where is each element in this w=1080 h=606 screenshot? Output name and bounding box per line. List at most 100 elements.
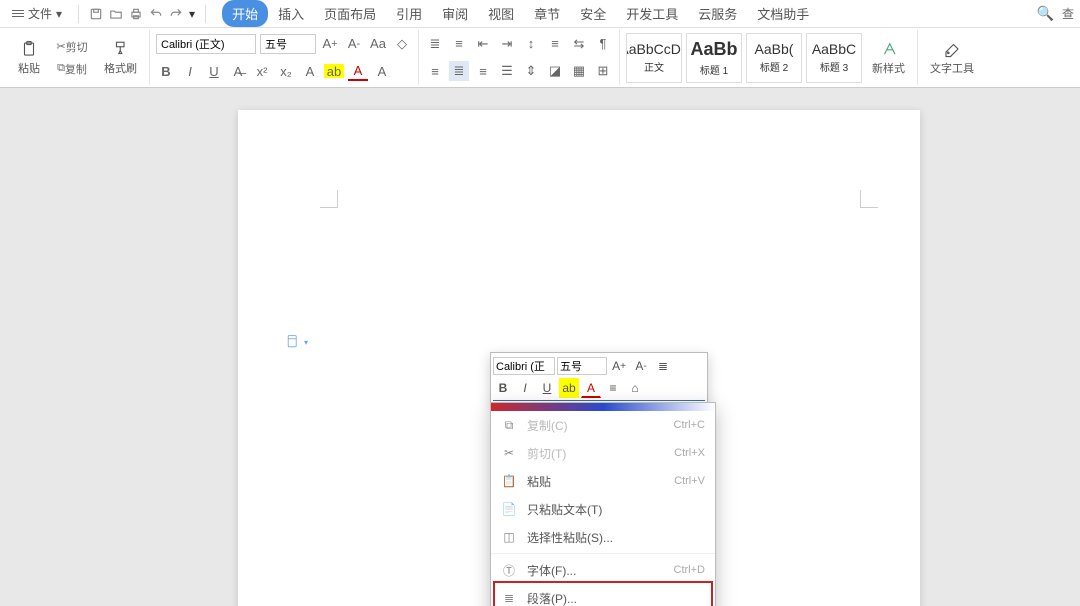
ribbon-tabs: 开始 插入 页面布局 引用 审阅 视图 章节 安全 开发工具 云服务 文档助手 [222,0,819,27]
format-painter-button[interactable]: 格式刷 [98,38,143,78]
strike-button[interactable]: A̶ [228,61,248,81]
tab-dev-tools[interactable]: 开发工具 [616,0,688,27]
undo-icon[interactable] [149,7,163,21]
context-menu-strip [491,403,715,411]
paste-text-icon: 📄 [501,501,517,517]
qa-more-icon[interactable]: ▾ [189,7,195,21]
style-normal[interactable]: AaBbCcDd正文 [626,33,682,83]
align-right-button[interactable]: ≡ [473,61,493,81]
font-family-select[interactable] [156,34,256,54]
clear-format-button[interactable]: ◇ [392,34,412,54]
ctx-paste-text[interactable]: 📄只粘贴文本(T) [491,495,715,523]
group-tools: 文字工具 [918,30,986,85]
tab-cloud[interactable]: 云服务 [688,0,747,27]
open-icon[interactable] [109,7,123,21]
underline-button[interactable]: U [204,61,224,81]
menu-left: 文件 ▾ ▾ [6,3,210,24]
ribbon: 粘贴 ✂ 剪切 ⧉ 复制 格式刷 A+ A- Aa ◇ B I U A̶ x² … [0,28,1080,88]
cut-button[interactable]: ✂ 剪切 [50,37,94,57]
paste-special-icon: ◫ [501,529,517,545]
group-styles: AaBbCcDd正文 AaBb标题 1 AaBb(标题 2 AaBbC标题 3 … [620,30,918,85]
menu-bar: 文件 ▾ ▾ 开始 插入 页面布局 引用 审阅 视图 章节 安全 开发工具 云服… [0,0,1080,28]
sort-button[interactable]: ↕ [521,34,541,54]
mini-font-color[interactable]: A [581,378,601,398]
style-heading3[interactable]: AaBbC标题 3 [806,33,862,83]
mini-toolbar-divider [493,400,705,401]
mini-align[interactable]: ≡ [603,378,623,398]
margin-corner-tr [860,190,878,208]
divider [205,5,206,23]
align-left-button[interactable]: ≡ [425,61,445,81]
margin-corner-tl [320,190,338,208]
mini-italic[interactable]: I [515,378,535,398]
print-icon[interactable] [129,7,143,21]
pilcrow-button[interactable]: ¶ [593,34,613,54]
mini-highlight[interactable]: ab [559,378,579,398]
tab-view[interactable]: 视图 [478,0,524,27]
ctx-paste[interactable]: 📋粘贴Ctrl+V [491,467,715,495]
tab-references[interactable]: 引用 [386,0,432,27]
page-insert-marker[interactable]: ▾ [286,334,308,350]
style-heading1[interactable]: AaBb标题 1 [686,33,742,83]
borders-button[interactable]: ▦ [569,61,589,81]
ctx-font[interactable]: Ⓣ字体(F)...Ctrl+D [491,556,715,584]
redo-icon[interactable] [169,7,183,21]
chevron-down-icon: ▾ [304,338,308,347]
mini-bold[interactable]: B [493,378,513,398]
italic-button[interactable]: I [180,61,200,81]
tab-button[interactable]: ⇆ [569,34,589,54]
ctx-cut: ✂剪切(T)Ctrl+X [491,439,715,467]
text-effects-button[interactable]: A [300,61,320,81]
align-center-button[interactable]: ≣ [449,61,469,81]
align-dist-button[interactable]: ≡ [545,34,565,54]
ctx-paste-special[interactable]: ◫选择性粘贴(S)... [491,523,715,551]
tab-security[interactable]: 安全 [570,0,616,27]
paste-icon: 📋 [501,473,517,489]
shrink-font-button[interactable]: A- [344,34,364,54]
tab-start[interactable]: 开始 [222,0,268,27]
grow-font-button[interactable]: A+ [320,34,340,54]
search-icon[interactable]: 🔍 [1037,5,1058,22]
mini-grow-font[interactable]: A+ [609,356,629,376]
paste-button[interactable]: 粘贴 [12,38,46,78]
workspace: ▾ A+ A- ≣ B I U ab A ≡ ⌂ ⧉复制(C)Ctrl+C ✂剪… [0,88,1080,606]
indent-inc-button[interactable]: ⇥ [497,34,517,54]
mini-font-family[interactable] [493,357,555,375]
justify-button[interactable]: ☰ [497,61,517,81]
highlight-button[interactable]: ab [324,64,344,78]
mini-shrink-font[interactable]: A- [631,356,651,376]
font-shading-button[interactable]: A [372,61,392,81]
mini-hat-icon[interactable]: ⌂ [625,378,645,398]
tab-doc-helper[interactable]: 文档助手 [747,0,819,27]
font-icon: Ⓣ [501,562,517,578]
paste-label: 粘贴 [18,60,40,76]
bullets-button[interactable]: ≣ [425,34,445,54]
subscript-button[interactable]: x₂ [276,61,296,81]
style-heading2[interactable]: AaBb(标题 2 [746,33,802,83]
hamburger-icon [12,8,24,19]
indent-dec-button[interactable]: ⇤ [473,34,493,54]
font-size-select[interactable] [260,34,316,54]
tab-page-layout[interactable]: 页面布局 [314,0,386,27]
mini-underline[interactable]: U [537,378,557,398]
change-case-button[interactable]: Aa [368,34,388,54]
tab-chapter[interactable]: 章节 [524,0,570,27]
file-menu[interactable]: 文件 ▾ [6,3,68,24]
mini-font-size[interactable] [557,357,607,375]
save-icon[interactable] [89,7,103,21]
group-paragraph: ≣ ≡ ⇤ ⇥ ↕ ≡ ⇆ ¶ ≡ ≣ ≡ ☰ ⇕ ◪ ▦ ⊞ [419,30,620,85]
text-tools-button[interactable]: 文字工具 [924,38,980,78]
tab-review[interactable]: 审阅 [432,0,478,27]
tab-insert[interactable]: 插入 [268,0,314,27]
line-spacing-button[interactable]: ⇕ [521,61,541,81]
shading-button[interactable]: ◪ [545,61,565,81]
para-settings-button[interactable]: ⊞ [593,61,613,81]
copy-button[interactable]: ⧉ 复制 [50,59,94,79]
ctx-paragraph[interactable]: ≣段落(P)... [491,584,715,606]
mini-list[interactable]: ≣ [653,356,673,376]
font-color-button[interactable]: A [348,61,368,81]
numbers-button[interactable]: ≡ [449,34,469,54]
new-style-button[interactable]: 新样式 [866,38,911,78]
superscript-button[interactable]: x² [252,61,272,81]
bold-button[interactable]: B [156,61,176,81]
